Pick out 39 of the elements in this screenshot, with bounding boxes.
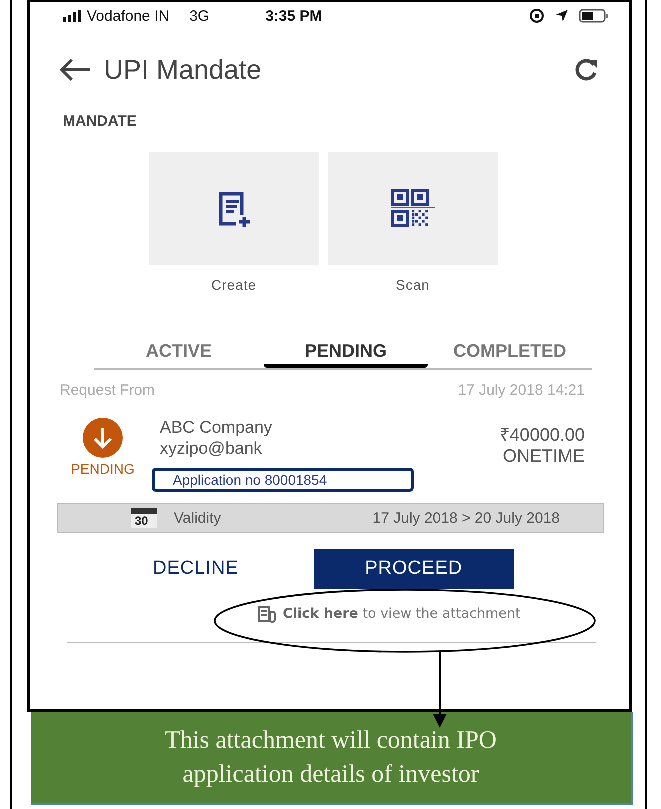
application-number: Application no 80001854 [152, 468, 414, 492]
attachment-link[interactable]: Click here to view the attachment [283, 606, 521, 622]
document-add-icon [218, 190, 250, 226]
tab[interactable]: ACTIVE [94, 338, 264, 368]
validity-dates: 17 July 2018 > 20 July 2018 [372, 510, 560, 526]
refresh-button[interactable] [573, 57, 599, 83]
back-button[interactable] [60, 59, 92, 81]
action-label: Create [211, 277, 257, 293]
validity-label: Validity [174, 510, 222, 526]
action-tile[interactable] [328, 152, 498, 265]
action-label: Scan [396, 277, 430, 293]
payee-vpa: xyzipo@bank [160, 438, 264, 459]
proceed-button[interactable]: PROCEED [314, 549, 514, 589]
calendar-icon [130, 506, 160, 530]
tab[interactable]: PENDING [264, 338, 428, 368]
status-time: 3:35 PM [266, 8, 322, 24]
decline-button[interactable]: DECLINE [153, 558, 239, 580]
battery-icon [579, 9, 609, 23]
location-icon [555, 9, 569, 23]
amount: ₹40000.00 [500, 425, 585, 446]
qr-code-icon [391, 189, 435, 228]
request-from-label: Request From [60, 382, 156, 399]
payee-name: ABC Company [160, 417, 274, 438]
refresh-icon [573, 57, 599, 83]
download-status-icon [82, 417, 124, 459]
calendar-day: 30 [135, 514, 148, 528]
back-arrow-icon [60, 59, 92, 81]
signal-icon [63, 10, 83, 22]
network-type: 3G [190, 8, 210, 24]
action-tile[interactable] [149, 152, 319, 265]
frequency: ONETIME [502, 446, 585, 467]
request-date: 17 July 2018 14:21 [458, 382, 585, 399]
attachment-icon [257, 605, 277, 623]
screen-title: UPI Mandate [104, 54, 262, 86]
carrier-name: Vodafone IN [87, 8, 170, 24]
status-label: PENDING [71, 461, 135, 477]
section-heading: MANDATE [62, 113, 138, 130]
annotation-text: This attachment will contain IPO application details of investor [164, 726, 498, 790]
tab[interactable]: COMPLETED [428, 338, 592, 368]
